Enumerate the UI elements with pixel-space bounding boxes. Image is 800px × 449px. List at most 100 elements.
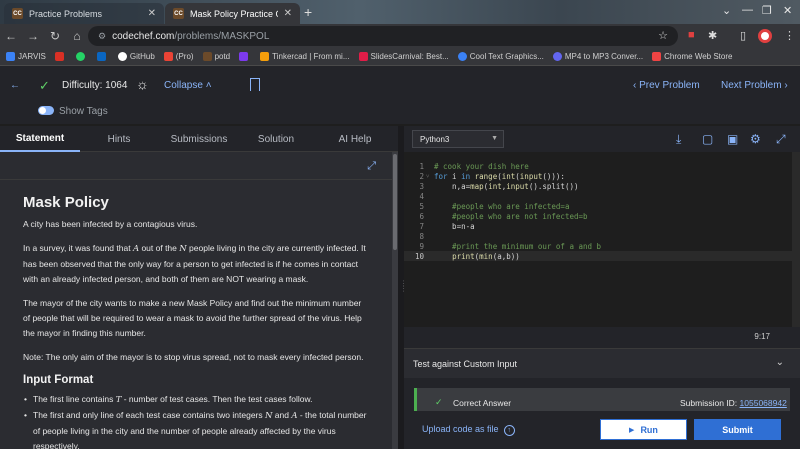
bookmark-favicon-icon <box>54 52 64 61</box>
show-tags-toggle[interactable] <box>38 106 54 115</box>
chrome-menu-icon[interactable]: ⋮ <box>784 29 795 42</box>
list-item: The first and only line of each test cas… <box>24 408 370 449</box>
bookmark-linkedin[interactable] <box>96 52 109 61</box>
bookmark-tinkercad[interactable]: Tinkercad | From mi... <box>260 52 350 61</box>
tab-solution[interactable]: Solution <box>240 126 312 152</box>
submission-id-link[interactable]: 1055068942 <box>740 398 787 408</box>
code-line: 6 #people who are not infected=b <box>419 211 588 221</box>
sidebar-icon[interactable]: ▯ <box>740 29 746 42</box>
code-line: 1 # cook your dish here <box>419 161 529 171</box>
code-editor[interactable]: 1 # cook your dish here 2 ˅ for i in range(… <box>404 152 800 327</box>
play-icon: ▶ <box>629 426 635 434</box>
bookmark-jarvis[interactable]: JARVIS <box>6 52 46 61</box>
fold-chevron-icon[interactable]: ˅ <box>426 173 434 180</box>
statement-paragraph-2: The mayor of the city wants to make a ne… <box>23 298 362 338</box>
bookmark-pro[interactable]: (Pro) <box>163 52 194 61</box>
settings-gear-icon[interactable]: ⚙ <box>750 132 761 146</box>
theme-sun-icon[interactable]: ☼ <box>136 76 149 92</box>
close-tab-icon[interactable]: ✕ <box>148 8 156 19</box>
close-window-icon[interactable]: ✕ <box>783 4 792 17</box>
tab-ai-help[interactable]: AI Help <box>312 126 398 152</box>
statement-note: Note: The only aim of the mayor is to st… <box>23 352 364 362</box>
scrollbar-thumb[interactable] <box>393 154 397 250</box>
editor-scrollbar[interactable] <box>792 152 800 327</box>
back-icon[interactable]: ← <box>0 29 22 43</box>
chevron-right-icon: › <box>784 80 788 91</box>
bookmark-star-icon[interactable]: ☆ <box>658 29 668 42</box>
url-path: /problems/MASKPOL <box>174 30 270 42</box>
code-line: 7 b=n-a <box>419 221 475 231</box>
bookmark-problem-icon[interactable] <box>250 78 260 91</box>
reload-icon[interactable]: ↻ <box>44 29 66 43</box>
code-line: 8 <box>419 231 424 241</box>
tab-submissions[interactable]: Submissions <box>158 126 240 152</box>
linkedin-icon <box>96 52 106 61</box>
tags-row: Show Tags <box>0 100 800 124</box>
download-icon[interactable]: ⤓ <box>676 132 681 147</box>
custom-input-toggle[interactable]: Test against Custom Input ⌄ <box>404 348 800 378</box>
back-arrow-icon[interactable]: ← <box>8 79 22 93</box>
tab-statement[interactable]: Statement <box>0 126 80 152</box>
next-problem-button[interactable]: Next Problem › <box>721 80 788 91</box>
prev-problem-button[interactable]: ‹ Prev Problem <box>633 80 700 91</box>
expand-icon[interactable]: ⤢ <box>367 160 376 173</box>
bookmark-github[interactable]: GitHub <box>117 52 155 61</box>
save-icon[interactable]: ▣ <box>727 132 738 146</box>
bookmark-whatsapp[interactable] <box>75 52 88 61</box>
minimize-icon[interactable]: — <box>742 4 753 16</box>
run-button[interactable]: ▶ Run <box>600 419 687 440</box>
converter-icon <box>552 52 562 61</box>
restore-icon[interactable]: ❐ <box>762 4 772 17</box>
chevron-left-icon: ‹ <box>633 80 637 91</box>
problem-title: Mask Policy <box>23 194 109 211</box>
bookmark-favicon-icon <box>6 52 15 61</box>
code-line-current: 10 print(min(a,b)) <box>404 251 796 261</box>
tab-title: Mask Policy Practice Coding Pr <box>190 8 278 19</box>
site-info-icon[interactable]: ⚙ <box>98 31 106 42</box>
code-line: 2 ˅ for i in range(int(input())): <box>419 171 565 181</box>
bookmark-purple[interactable] <box>239 52 251 61</box>
fullscreen-icon[interactable]: ⤢ <box>776 132 786 147</box>
address-bar-row: ← → ↻ ⌂ ⚙ codechef.com /problems/MASKPOL… <box>0 24 800 48</box>
tinkercad-icon <box>260 52 270 61</box>
bookmark-red[interactable] <box>54 52 67 61</box>
solved-check-icon: ✓ <box>39 78 50 93</box>
result-card: ✓ Correct Answer Submission ID: 10550689… <box>414 388 790 411</box>
tab-hints[interactable]: Hints <box>80 126 158 152</box>
gmail-icon <box>163 52 173 61</box>
new-tab-button[interactable]: + <box>304 4 312 20</box>
submit-button[interactable]: Submit <box>694 419 781 440</box>
bookmark-slidescarnival[interactable]: SlidesCarnival: Best... <box>358 52 449 61</box>
bookmark-mp4-mp3[interactable]: MP4 to MP3 Conver... <box>552 52 643 61</box>
close-tab-icon[interactable]: ✕ <box>284 8 292 19</box>
tab-search-icon[interactable]: ⌄ <box>722 4 731 17</box>
browser-tab-practice[interactable]: CC Practice Problems ✕ <box>4 3 164 24</box>
slidescarnival-icon <box>358 52 368 61</box>
codechef-icon <box>202 52 212 61</box>
collapse-button[interactable]: Collapse ˄ <box>164 80 212 91</box>
editor-status-row: 9:17 <box>404 327 800 348</box>
result-status: Correct Answer <box>453 398 512 408</box>
chevron-up-icon: ˄ <box>205 80 212 91</box>
forward-icon[interactable]: → <box>22 29 44 43</box>
extensions-puzzle-icon[interactable]: ✱ <box>708 29 717 42</box>
statement-intro: A city has been infected by a contagious… <box>23 219 198 229</box>
language-select[interactable]: Python3 ▼ <box>412 130 504 148</box>
bookmark-potd[interactable]: potd <box>202 52 230 61</box>
whatsapp-icon <box>75 52 85 61</box>
url-omnibox[interactable]: ⚙ codechef.com /problems/MASKPOL ☆ <box>88 26 678 46</box>
statement-toolbar: ⤢ <box>0 152 398 180</box>
bookmark-chrome-web-store[interactable]: Chrome Web Store <box>652 52 732 61</box>
cursor-position: 9:17 <box>754 332 770 341</box>
chat-icon[interactable]: ▢ <box>702 132 713 146</box>
profile-avatar[interactable] <box>758 29 772 43</box>
bookmark-cooltext[interactable]: Cool Text Graphics... <box>457 52 544 61</box>
tab-title: Practice Problems <box>29 8 103 19</box>
custom-input-label: Test against Custom Input <box>413 359 518 369</box>
extension-icon[interactable]: ■ <box>688 29 695 41</box>
upload-code-button[interactable]: Upload code as file ↑ <box>422 424 515 436</box>
difficulty-label: Difficulty: 1064 <box>62 80 128 91</box>
browser-tab-mask-policy[interactable]: CC Mask Policy Practice Coding Pr ✕ <box>165 3 300 24</box>
home-icon[interactable]: ⌂ <box>66 29 88 43</box>
codechef-favicon-icon: CC <box>12 8 23 19</box>
